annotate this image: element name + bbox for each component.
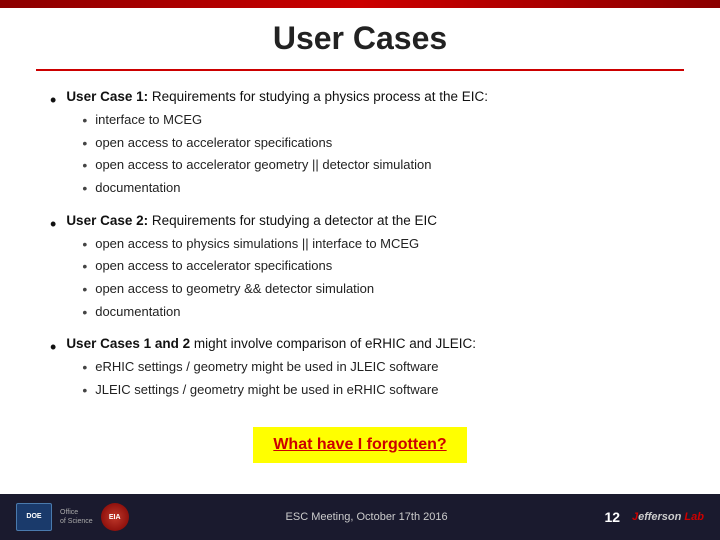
title-divider bbox=[36, 69, 684, 71]
bullet-dot-3: • bbox=[50, 334, 56, 362]
uc1-sub3: • open access to accelerator geometry ||… bbox=[82, 155, 670, 177]
uc1-label: User Case 1: bbox=[66, 89, 148, 104]
bullet-dot-1: • bbox=[50, 87, 56, 115]
uc2-sub3: • open access to geometry && detector si… bbox=[82, 279, 670, 301]
highlight-container: What have I forgotten? bbox=[50, 413, 670, 464]
bullet-text-3: User Cases 1 and 2 might involve compari… bbox=[66, 334, 670, 402]
page-number: 12 bbox=[604, 509, 620, 525]
doe-logo: DOE bbox=[16, 503, 52, 531]
uc1-sub2: • open access to accelerator specificati… bbox=[82, 133, 670, 155]
uc2-sub4: • documentation bbox=[82, 302, 670, 324]
bottom-right: 12 Jefferson Lab bbox=[604, 509, 704, 525]
jlab-logo: Jefferson Lab bbox=[632, 511, 704, 523]
bullet-uc12: • User Cases 1 and 2 might involve compa… bbox=[50, 334, 670, 402]
bullet-uc1: • User Case 1: Requirements for studying… bbox=[50, 87, 670, 201]
top-bar bbox=[0, 0, 720, 8]
bullet-uc2: • User Case 2: Requirements for studying… bbox=[50, 211, 670, 325]
uc2-sub1: • open access to physics simulations || … bbox=[82, 234, 670, 256]
uc2-label: User Case 2: bbox=[66, 213, 148, 228]
uc1-subbullets: • interface to MCEG • open access to acc… bbox=[82, 110, 670, 200]
bullet-dot-2: • bbox=[50, 211, 56, 239]
uc12-sub1: • eRHIC settings / geometry might be use… bbox=[82, 357, 670, 379]
bullet-text-2: User Case 2: Requirements for studying a… bbox=[66, 211, 670, 325]
bottom-bar: DOE Officeof Science EIA ESC Meeting, Oc… bbox=[0, 494, 720, 540]
uc2-subbullets: • open access to physics simulations || … bbox=[82, 234, 670, 324]
logos-group: DOE Officeof Science EIA bbox=[16, 503, 129, 531]
eia-logo: EIA bbox=[101, 503, 129, 531]
uc1-text: Requirements for studying a physics proc… bbox=[148, 89, 488, 104]
slide: User Cases • User Case 1: Requirements f… bbox=[0, 0, 720, 540]
office-science-label: Officeof Science bbox=[60, 508, 93, 526]
bullet-text-1: User Case 1: Requirements for studying a… bbox=[66, 87, 670, 201]
uc12-text: might involve comparison of eRHIC and JL… bbox=[190, 336, 476, 351]
slide-title: User Cases bbox=[0, 0, 720, 69]
footer-meeting-text: ESC Meeting, October 17th 2016 bbox=[286, 511, 448, 523]
content-area: • User Case 1: Requirements for studying… bbox=[0, 87, 720, 463]
highlight-box: What have I forgotten? bbox=[253, 427, 466, 464]
uc12-label: User Cases 1 and 2 bbox=[66, 336, 190, 351]
uc2-sub2: • open access to accelerator specificati… bbox=[82, 256, 670, 278]
uc1-sub4: • documentation bbox=[82, 178, 670, 200]
uc1-sub1: • interface to MCEG bbox=[82, 110, 670, 132]
uc12-subbullets: • eRHIC settings / geometry might be use… bbox=[82, 357, 670, 401]
uc12-sub2: • JLEIC settings / geometry might be use… bbox=[82, 380, 670, 402]
uc2-text: Requirements for studying a detector at … bbox=[148, 213, 437, 228]
